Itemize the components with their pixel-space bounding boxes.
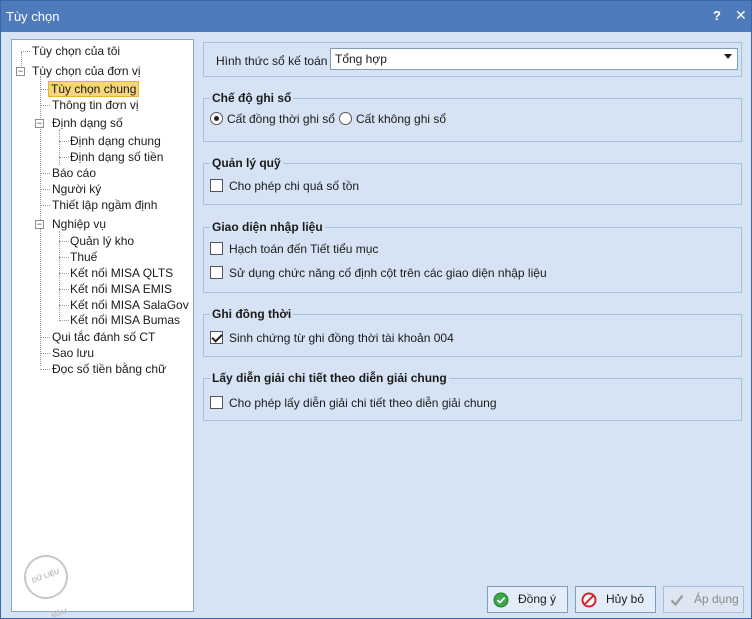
tree-item-label: Thiết lập ngầm định (52, 198, 158, 212)
checkmark-icon (670, 594, 684, 607)
tree-item-misa-emis[interactable]: Kết nối MISA EMIS (70, 281, 172, 297)
tree-item-warehouse[interactable]: Quản lý kho (70, 233, 134, 249)
checkbox-freeze-columns[interactable]: Sử dụng chức năng cố định cột trên các g… (210, 265, 547, 281)
tree-item-label: Kết nối MISA EMIS (70, 282, 173, 296)
tree-item-label: Báo cáo (52, 166, 97, 180)
accounting-form-value: Tổng hợp (335, 52, 387, 66)
group-title: Lấy diễn giải chi tiết theo diễn giải ch… (210, 371, 449, 385)
radio-post-on-save[interactable]: Cất đồng thời ghi sổ (210, 111, 335, 127)
checkbox-icon[interactable] (210, 179, 223, 193)
tree-item-misa-bumas[interactable]: Kết nối MISA Bumas (70, 312, 180, 328)
apply-button-label: Áp dụng (694, 592, 739, 606)
group-title: Chế độ ghi sổ (210, 91, 294, 105)
tree-item-numbering-rules[interactable]: Qui tắc đánh số CT (52, 329, 155, 345)
tree-item-general-format[interactable]: Định dạng chung (70, 133, 161, 149)
help-icon[interactable]: ? (713, 8, 721, 23)
check-circle-icon (493, 592, 509, 608)
tree-item-currency-format[interactable]: Định dạng số tiền (70, 149, 163, 165)
posting-mode-group: Chế độ ghi sổ Cất đồng thời ghi sổ Cất k… (203, 91, 742, 142)
tree-item-unit-options[interactable]: Tùy chọn của đơn vị (32, 63, 141, 79)
apply-button[interactable]: Áp dụng (663, 586, 744, 613)
ok-button[interactable]: Đồng ý (487, 586, 568, 613)
collapse-icon[interactable]: − (35, 220, 44, 229)
input-interface-group: Giao diện nhập liệu Hạch toán đến Tiết t… (203, 220, 742, 293)
accounting-form-label: Hình thức sổ kế toán (216, 54, 328, 68)
accounting-form-panel: Hình thức sổ kế toán Tổng hợp (203, 42, 742, 77)
fund-management-group: Quản lý quỹ Cho phép chi quá số tồn (203, 156, 742, 205)
tree-item-misa-salagov[interactable]: Kết nối MISA SalaGov (70, 297, 189, 313)
detail-description-group: Lấy diễn giải chi tiết theo diễn giải ch… (203, 371, 742, 421)
collapse-icon[interactable]: − (35, 119, 44, 128)
title-bar: Tùy chọn ? ✕ (1, 1, 751, 32)
option-label: Sinh chứng từ ghi đồng thời tài khoản 00… (229, 331, 454, 345)
tree-item-signers[interactable]: Người ký (52, 181, 101, 197)
tree-item-label: Quản lý kho (70, 234, 135, 248)
tree-item-unit-info[interactable]: Thông tin đơn vị (52, 97, 139, 113)
tree-item-number-format[interactable]: Định dạng số (52, 115, 123, 131)
tree-item-read-amount[interactable]: Đọc số tiền bằng chữ (52, 361, 166, 377)
tree-item-reports[interactable]: Báo cáo (52, 165, 96, 181)
tree-item-label: Định dạng số tiền (70, 150, 164, 164)
tree-item-label: Tùy chọn của tôi (32, 44, 121, 58)
tree-item-label: Tùy chọn của đơn vị (32, 64, 141, 78)
option-label: Sử dụng chức năng cố định cột trên các g… (229, 266, 547, 280)
tree-item-label: Định dạng số (52, 116, 123, 130)
checkbox-copy-description[interactable]: Cho phép lấy diễn giải chi tiết theo diễ… (210, 395, 497, 411)
radio-checked-icon[interactable] (210, 112, 223, 126)
tree-item-operations[interactable]: Nghiệp vụ (52, 216, 106, 232)
checkbox-icon[interactable] (210, 242, 223, 256)
simultaneous-posting-group: Ghi đồng thời Sinh chứng từ ghi đồng thờ… (203, 307, 742, 357)
tree-item-label: Định dạng chung (70, 134, 161, 148)
tree-item-label: Người ký (52, 182, 102, 196)
radio-unchecked-icon[interactable] (339, 112, 352, 126)
cancel-button[interactable]: Hủy bỏ (575, 586, 656, 613)
checkbox-icon[interactable] (210, 396, 223, 410)
checkbox-post-sub-item[interactable]: Hạch toán đến Tiết tiểu mục (210, 241, 378, 257)
sample-data-stamp: DỮ LIỆU MẪU (17, 548, 75, 619)
cancel-button-label: Hủy bỏ (606, 592, 645, 606)
tree-item-label: Thuế (70, 250, 98, 264)
chevron-down-icon[interactable] (724, 54, 732, 59)
radio-save-no-post[interactable]: Cất không ghi sổ (339, 111, 446, 127)
tree-item-label: Kết nối MISA SalaGov (70, 298, 189, 312)
checkbox-checked-icon[interactable] (210, 331, 223, 345)
window-title: Tùy chọn (6, 9, 60, 24)
ok-button-label: Đồng ý (518, 592, 557, 606)
tree-item-label: Tùy chọn chung (48, 81, 140, 97)
tree-item-default-settings[interactable]: Thiết lập ngầm định (52, 197, 157, 213)
tree-item-backup[interactable]: Sao lưu (52, 345, 94, 361)
close-icon[interactable]: ✕ (735, 7, 747, 24)
options-dialog: Tùy chọn ? ✕ Tùy chọn của tôi − Tùy chọn… (0, 0, 752, 619)
tree-item-label: Đọc số tiền bằng chữ (52, 362, 167, 376)
collapse-icon[interactable]: − (16, 67, 25, 76)
tree-item-tax[interactable]: Thuế (70, 249, 97, 265)
tree-item-general-options[interactable]: Tùy chọn chung (48, 81, 140, 97)
option-label: Hạch toán đến Tiết tiểu mục (229, 242, 379, 256)
option-label: Cho phép chi quá số tồn (229, 179, 360, 193)
tree-item-label: Qui tắc đánh số CT (52, 330, 156, 344)
tree-item-misa-qlts[interactable]: Kết nối MISA QLTS (70, 265, 173, 281)
option-label: Cất không ghi sổ (356, 112, 447, 126)
group-title: Quản lý quỹ (210, 156, 283, 170)
cancel-icon (581, 592, 597, 608)
options-tree[interactable]: Tùy chọn của tôi − Tùy chọn của đơn vị T… (11, 39, 194, 619)
group-title: Ghi đồng thời (210, 307, 294, 321)
checkbox-generate-004[interactable]: Sinh chứng từ ghi đồng thời tài khoản 00… (210, 330, 454, 346)
checkbox-allow-overspend[interactable]: Cho phép chi quá số tồn (210, 178, 359, 194)
checkbox-icon[interactable] (210, 266, 223, 280)
option-label: Cho phép lấy diễn giải chi tiết theo diễ… (229, 396, 497, 410)
tree-item-my-options[interactable]: Tùy chọn của tôi (32, 43, 120, 59)
accounting-form-select[interactable]: Tổng hợp (330, 48, 738, 70)
tree-item-label: Kết nối MISA Bumas (70, 313, 181, 327)
tree-item-label: Thông tin đơn vị (52, 98, 139, 112)
option-label: Cất đồng thời ghi sổ (227, 112, 335, 126)
tree-item-label: Sao lưu (52, 346, 95, 360)
tree-item-label: Nghiệp vụ (52, 217, 107, 231)
group-title: Giao diện nhập liệu (210, 220, 325, 234)
tree-item-label: Kết nối MISA QLTS (70, 266, 174, 280)
